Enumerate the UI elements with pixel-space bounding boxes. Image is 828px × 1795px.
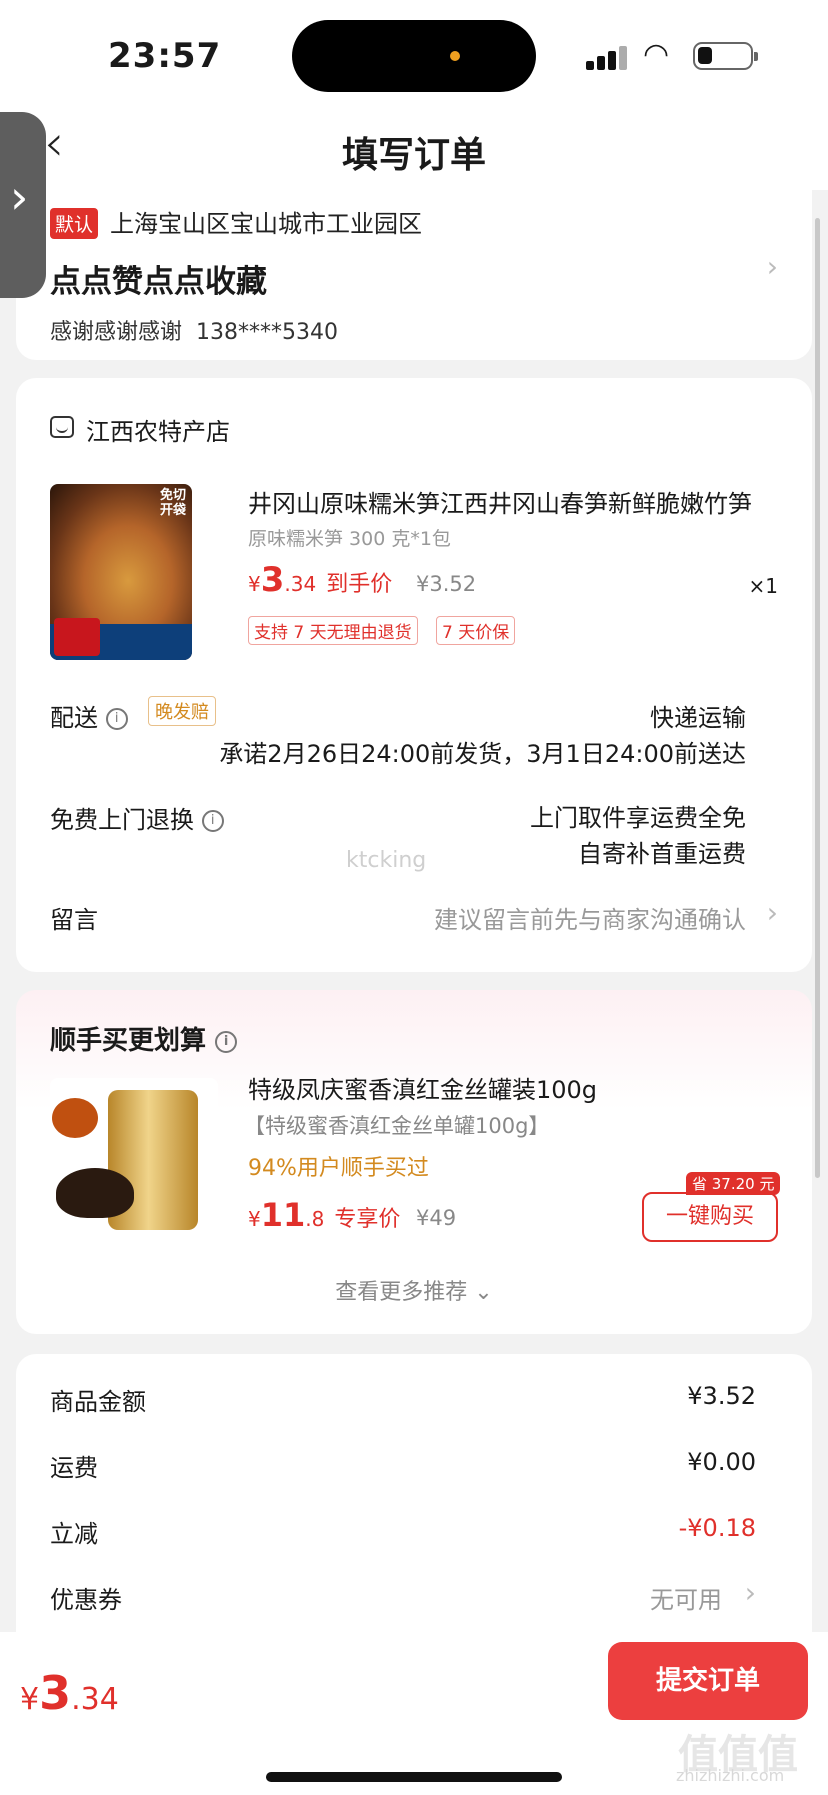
currency-symbol: ¥ — [20, 1682, 40, 1717]
see-more-text: 查看更多推荐 — [335, 1280, 468, 1305]
product-image-badge — [54, 618, 100, 656]
price-decimal: .34 — [284, 572, 317, 596]
chevron-down-icon: ⌄ — [474, 1280, 493, 1305]
price-integer: 3 — [260, 560, 285, 600]
info-icon[interactable]: i — [215, 1030, 238, 1053]
order-card: 江西农特产店 免切开袋 井冈山原味糯米笋江西井冈山春笋新鲜脆嫩竹笋 原味糯米笋 … — [16, 378, 812, 972]
delivery-method: 快递运输 — [650, 704, 746, 732]
summary-value: ¥0.00 — [687, 1448, 756, 1476]
return-label-text: 免费上门退换 — [50, 806, 194, 834]
chevron-right-icon: › — [766, 250, 778, 283]
return-line-1: 上门取件享运费全免 — [530, 804, 746, 832]
summary-label: 优惠券 — [50, 1586, 122, 1614]
price-label: 到手价 — [326, 572, 393, 597]
product-spec: 原味糯米笋 300 克*1包 — [248, 528, 451, 550]
shop-icon — [50, 416, 74, 438]
scrollbar[interactable] — [815, 218, 820, 1178]
message-label: 留言 — [50, 906, 98, 934]
late-delivery-tag: 晚发赔 — [148, 696, 216, 726]
chevron-right-icon: › — [744, 1576, 756, 1609]
summary-value: ¥3.52 — [687, 1382, 756, 1410]
battery-icon — [693, 42, 758, 70]
return-line-2: 自寄补首重运费 — [578, 840, 746, 868]
return-label: 免费上门退换 i — [50, 800, 224, 835]
tea-original-price: ¥49 — [416, 1206, 457, 1230]
delivery-label-text: 配送 — [50, 704, 98, 732]
nav-header: ‹ 填写订单 — [0, 110, 828, 190]
tea-product-name[interactable]: 特级凤庆蜜香滇红金丝罐装100g — [248, 1070, 597, 1105]
submit-order-button[interactable]: 提交订单 — [608, 1642, 808, 1720]
price-label: 专享价 — [334, 1207, 401, 1232]
wifi-icon: ◠ — [643, 37, 670, 72]
product-image[interactable]: 免切开袋 — [50, 484, 192, 660]
price-summary-card: 商品金额 ¥3.52 运费 ¥0.00 立减 -¥0.18 优惠券 无可用 › — [16, 1354, 812, 1654]
recommendation-card: 顺手买更划算 i 特级凤庆蜜香滇红金丝罐装100g 【特级蜜香滇红金丝单罐100… — [16, 990, 812, 1334]
price-decimal: .8 — [305, 1207, 325, 1231]
summary-row-shipping: 运费 ¥0.00 — [50, 1448, 756, 1483]
order-total: ¥3.34 — [20, 1666, 119, 1720]
tea-cup-shape — [52, 1098, 98, 1138]
shop-name[interactable]: 江西农特产店 — [86, 412, 230, 447]
currency-symbol: ¥ — [248, 572, 261, 596]
watermark-text: ktcking — [346, 848, 427, 873]
currency-symbol: ¥ — [248, 1207, 261, 1231]
watermark-url: zhizhizhi.com — [676, 1766, 785, 1785]
chevron-right-icon: › — [766, 896, 778, 929]
contact-info: 感谢感谢感谢 138****5340 — [50, 314, 338, 346]
product-image-text: 免切开袋 — [160, 488, 187, 518]
chevron-right-icon: › — [10, 170, 29, 224]
summary-label: 立减 — [50, 1520, 98, 1548]
message-input[interactable]: 建议留言前先与商家沟通确认 — [434, 900, 746, 935]
status-bar: 23:57 ◠ — [0, 0, 828, 110]
recommendation-title: 顺手买更划算 i — [50, 1020, 238, 1057]
product-quantity: ×1 — [748, 574, 778, 598]
summary-label: 商品金额 — [50, 1388, 146, 1416]
info-icon[interactable]: i — [201, 810, 224, 832]
product-title[interactable]: 井冈山原味糯米笋江西井冈山春笋新鲜脆嫩竹笋 — [248, 484, 778, 519]
tea-product-image[interactable] — [50, 1078, 218, 1246]
product-price: ¥3.34 到手价 — [248, 560, 392, 600]
total-decimal: .34 — [71, 1682, 119, 1717]
recipient-name: 点点赞点点收藏 — [50, 264, 267, 300]
price-protect-tag: 7 天价保 — [436, 616, 516, 645]
total-integer: 3 — [39, 1666, 72, 1720]
see-more-recommendations[interactable]: 查看更多推荐 ⌄ — [16, 1274, 812, 1306]
original-price: ¥3.52 — [416, 572, 477, 596]
price-integer: 11 — [260, 1196, 306, 1234]
address-line: 上海宝山区宝山城市工业园区 — [110, 210, 422, 238]
summary-label: 运费 — [50, 1454, 98, 1482]
summary-row-coupon[interactable]: 优惠券 无可用 › — [50, 1576, 756, 1615]
summary-value: -¥0.18 — [678, 1514, 756, 1542]
tea-product-spec: 【特级蜜香滇红金丝单罐100g】 — [244, 1114, 550, 1138]
tea-price: ¥11.8 专享价 — [248, 1196, 400, 1234]
info-icon[interactable]: i — [105, 708, 128, 730]
home-indicator[interactable] — [266, 1772, 562, 1782]
recommendation-title-text: 顺手买更划算 — [50, 1026, 207, 1056]
side-floating-tab[interactable]: › — [0, 112, 46, 298]
dynamic-island — [292, 20, 536, 92]
status-time: 23:57 — [108, 36, 222, 76]
address-card[interactable]: 默认 上海宝山区宝山城市工业园区 点点赞点点收藏 感谢感谢感谢 138****5… — [16, 186, 812, 360]
contact-phone: 138****5340 — [196, 320, 338, 345]
page-title: 填写订单 — [341, 135, 486, 176]
tea-bought-rate: 94%用户顺手买过 — [248, 1156, 429, 1181]
recording-indicator-icon — [450, 51, 460, 61]
savings-badge: 省 37.20 元 — [686, 1172, 781, 1195]
delivery-label: 配送 i — [50, 698, 128, 733]
cellular-signal-icon — [586, 44, 628, 70]
delivery-promise: 承诺2月26日24:00前发货，3月1日24:00前送达 — [219, 740, 746, 768]
summary-row-goods: 商品金额 ¥3.52 — [50, 1382, 756, 1417]
tea-bowl-shape — [56, 1168, 134, 1218]
contact-name: 感谢感谢感谢 — [50, 320, 183, 345]
one-click-buy-button[interactable]: 一键购买 — [642, 1192, 778, 1242]
summary-value: 无可用 — [650, 1586, 722, 1614]
summary-row-discount: 立减 -¥0.18 — [50, 1514, 756, 1549]
default-address-badge: 默认 — [50, 208, 99, 239]
bottom-bar: ¥3.34 提交订单 值值值 zhizhizhi.com — [0, 1632, 828, 1795]
return-policy-tag: 支持 7 天无理由退货 — [248, 616, 418, 645]
